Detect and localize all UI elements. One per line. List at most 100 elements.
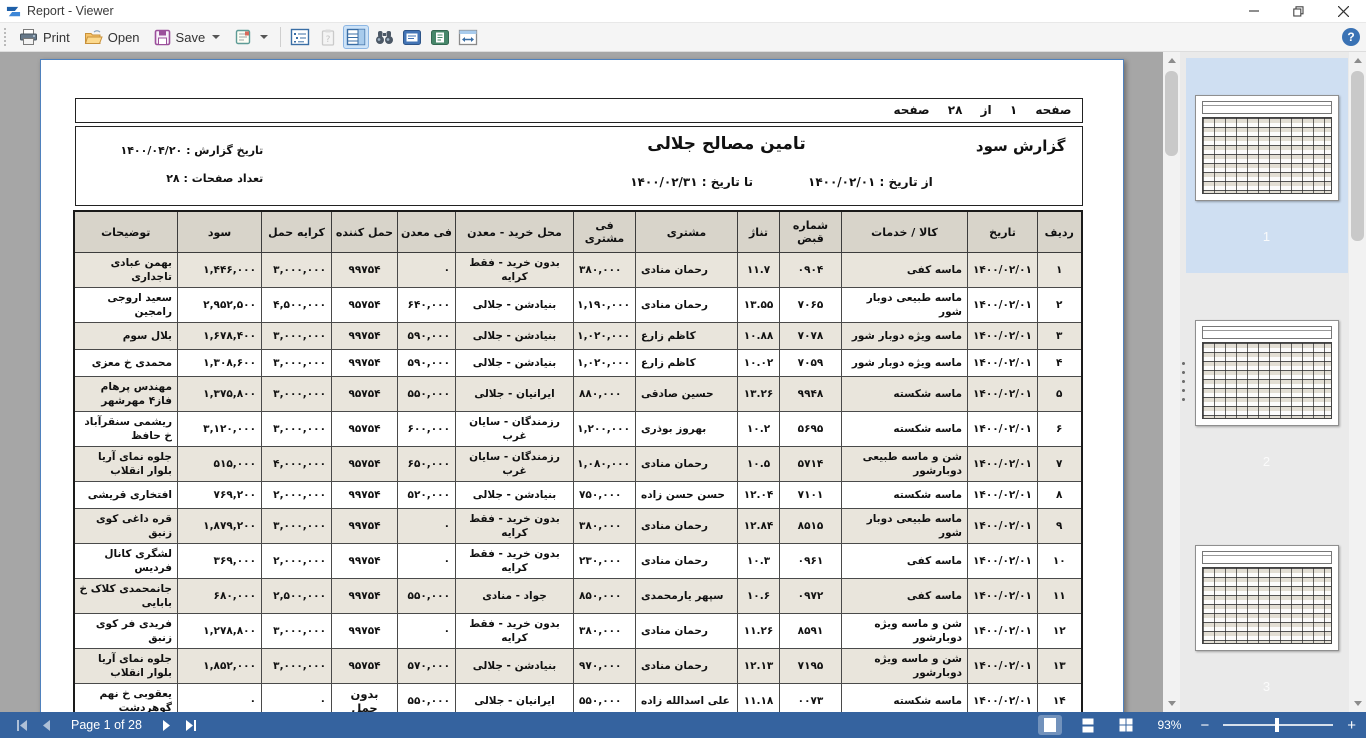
table-cell: ۱۱.۱۸ [738, 684, 780, 713]
scroll-up-arrow[interactable] [1163, 52, 1180, 69]
table-cell: ۳,۰۰۰,۰۰۰ [262, 323, 332, 350]
table-cell: بنیادشن - جلالی [456, 482, 574, 509]
page-thumbnail[interactable]: 3 [1186, 508, 1348, 712]
table-cell: بهمن عبادی تاجداری [74, 253, 178, 288]
table-cell: ۳۸۰,۰۰۰ [574, 253, 636, 288]
table-cell: ماسه طبیعی دوبار شور [842, 509, 968, 544]
table-cell: رحمان منادی [636, 649, 738, 684]
zoom-slider[interactable] [1223, 724, 1333, 726]
scroll-down-arrow[interactable] [1163, 695, 1180, 712]
table-cell: ۹۹۷۵۴ [332, 579, 398, 614]
restore-button[interactable] [1276, 0, 1321, 22]
zoom-in-button[interactable]: + [1347, 718, 1356, 733]
thumbnail-mini-header [1202, 551, 1332, 564]
table-cell: حسین صادقی [636, 377, 738, 412]
page-thumbnail[interactable]: 2 [1186, 283, 1348, 498]
report-generation-info: تاریخ گزارش : ۱۴۰۰/۰۴/۲۰ تعداد صفحات : ۲… [121, 137, 264, 193]
thumbnail-panel: 12 3 [1180, 52, 1366, 712]
whole-page-view-button[interactable] [427, 25, 453, 49]
thumb-scrollbar-thumb[interactable] [1351, 71, 1364, 241]
document-map-button[interactable] [287, 25, 313, 49]
find-button[interactable] [371, 25, 397, 49]
column-header: شماره قبض [780, 211, 842, 253]
continuous-mode-button[interactable] [1076, 715, 1100, 735]
parameters-button: ? [315, 25, 341, 49]
print-button[interactable]: Print [12, 25, 77, 49]
table-cell: ۱۴۰۰/۰۲/۰۱ [968, 323, 1038, 350]
toolbar-grip[interactable] [3, 27, 8, 47]
column-header: فی مشتری [574, 211, 636, 253]
send-email-button[interactable] [227, 25, 275, 49]
next-page-button[interactable] [162, 720, 171, 731]
table-cell: بدون خرید - فقط کرایه [456, 253, 574, 288]
table-cell: ۱,۶۷۸,۴۰۰ [178, 323, 262, 350]
table-cell: رحمان منادی [636, 288, 738, 323]
table-cell: ۰۹۷۲ [780, 579, 842, 614]
table-cell: ۷۵۰,۰۰۰ [574, 482, 636, 509]
help-button[interactable]: ? [1342, 28, 1360, 46]
table-cell: ۰ [398, 614, 456, 649]
table-cell: ۱ [1038, 253, 1082, 288]
last-page-button[interactable] [185, 720, 197, 731]
table-cell: ۱,۸۵۲,۰۰۰ [178, 649, 262, 684]
previous-page-button[interactable] [42, 720, 51, 731]
thumbnail-mini-header [1202, 101, 1332, 114]
thumb-scroll-up-arrow[interactable] [1349, 52, 1366, 69]
thumb-scroll-down-arrow[interactable] [1349, 695, 1366, 712]
column-header: حمل کننده [332, 211, 398, 253]
email-dropdown-caret[interactable] [260, 35, 268, 39]
table-cell: ۳۶۹,۰۰۰ [178, 544, 262, 579]
table-cell: ۱,۰۲۰,۰۰۰ [574, 350, 636, 377]
zoom-controls: 93% − + [1038, 715, 1356, 735]
open-folder-icon [84, 29, 103, 46]
table-cell: ۱۴۰۰/۰۲/۰۱ [968, 253, 1038, 288]
table-cell: ۱۲.۱۳ [738, 649, 780, 684]
table-cell: رزمندگان - سایان غرب [456, 447, 574, 482]
toolbar: Print Open Save [0, 23, 1366, 52]
table-cell: ۹۹۷۵۴ [332, 544, 398, 579]
thumbnail-scrollbar[interactable] [1349, 52, 1366, 712]
thumbnail-page-number: 3 [1263, 679, 1270, 694]
page-width-button[interactable] [455, 25, 481, 49]
zoom-out-button[interactable]: − [1200, 718, 1209, 733]
close-button[interactable] [1321, 0, 1366, 22]
save-button[interactable]: Save [147, 26, 228, 49]
table-row: ۱۴۱۴۰۰/۰۲/۰۱ماسه شکسته۰۰۷۳۱۱.۱۸علی اسدال… [74, 684, 1082, 713]
minimize-button[interactable] [1231, 0, 1276, 22]
table-cell: قره داغی کوی زنبق [74, 509, 178, 544]
multiple-pages-mode-button[interactable] [1114, 715, 1138, 735]
table-cell: ۱۴۰۰/۰۲/۰۱ [968, 579, 1038, 614]
report-page: صفحه ۱ از ۲۸ صفحه گزارش سود تامین مصالح … [40, 59, 1124, 712]
report-content: صفحه ۱ از ۲۸ صفحه گزارش سود تامین مصالح … [41, 60, 1123, 712]
open-button-label: Open [108, 30, 140, 45]
table-cell: رحمان منادی [636, 614, 738, 649]
thumbnails-button[interactable] [343, 25, 369, 49]
table-cell: ۳,۰۰۰,۰۰۰ [262, 649, 332, 684]
panel-splitter-handle[interactable] [1181, 359, 1186, 405]
table-cell: ۳,۰۰۰,۰۰۰ [262, 377, 332, 412]
thumbnail-mini-table [1202, 117, 1332, 194]
table-cell: ۹۵۷۵۴ [332, 377, 398, 412]
zoom-slider-handle[interactable] [1275, 718, 1279, 732]
table-cell: ماسه ویژه دوبار شور [842, 350, 968, 377]
single-page-mode-button[interactable] [1038, 715, 1062, 735]
main-vertical-scrollbar[interactable] [1163, 52, 1180, 712]
table-cell: ۱,۸۷۹,۲۰۰ [178, 509, 262, 544]
table-cell: ۳,۰۰۰,۰۰۰ [262, 614, 332, 649]
first-page-button[interactable] [16, 720, 28, 731]
table-cell: ۶۴۰,۰۰۰ [398, 288, 456, 323]
one-page-view-button[interactable] [399, 25, 425, 49]
scrollbar-thumb[interactable] [1165, 71, 1178, 156]
table-cell: ۵۱۵,۰۰۰ [178, 447, 262, 482]
table-cell: ۸۵۹۱ [780, 614, 842, 649]
table-cell: ۳ [1038, 323, 1082, 350]
table-cell: ۶ [1038, 412, 1082, 447]
table-cell: ماسه شکسته [842, 377, 968, 412]
table-row: ۹۱۴۰۰/۰۲/۰۱ماسه طبیعی دوبار شور۸۵۱۵۱۲.۸۴… [74, 509, 1082, 544]
open-button[interactable]: Open [77, 26, 147, 49]
table-cell: ۷۱۰۱ [780, 482, 842, 509]
page-thumbnail[interactable]: 1 [1186, 58, 1348, 273]
table-cell: شن و ماسه طبیعی دوبارشور [842, 447, 968, 482]
table-cell: علی اسدالله زاده [636, 684, 738, 713]
save-dropdown-caret[interactable] [212, 35, 220, 39]
